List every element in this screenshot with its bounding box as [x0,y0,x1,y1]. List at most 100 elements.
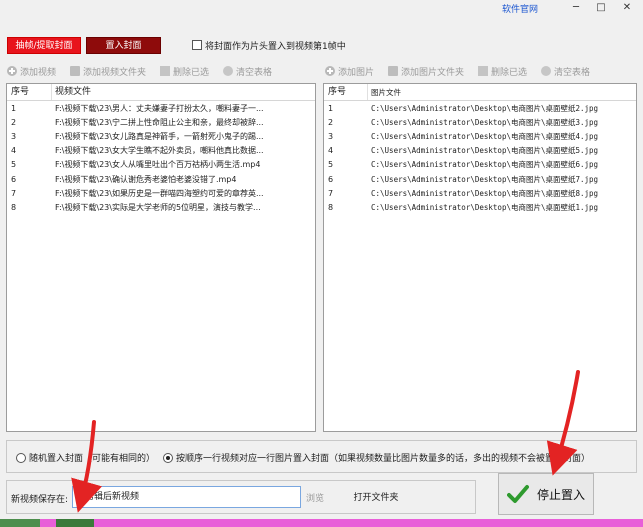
row-file-path: C:\Users\Administrator\Desktop\电商图片\桌面壁纸… [371,174,599,184]
delete-selected-label: 删除已选 [173,67,210,78]
row-file-path: F:\视频下载\23\男人：丈夫嫌妻子打扮太久，嘲料妻子一... [55,103,264,113]
stop-insert-button[interactable]: 停止置入 [498,473,594,515]
tab-insert-cover[interactable]: 置入封面 [86,37,161,54]
delete-icon [160,66,171,76]
table-row[interactable]: 4 F:\视频下载\23\女大学生瞧不起外卖员，嘲料他真比数据... [7,144,315,158]
add-image-button[interactable]: 添加图片 [325,65,374,78]
table-row[interactable]: 2 C:\Users\Administrator\Desktop\电商图片\桌面壁… [324,115,636,129]
random-mode-radio[interactable] [16,452,26,463]
delete-selected-images-button[interactable]: 删除已选 [478,65,527,78]
delete-selected-label: 删除已选 [491,67,528,78]
row-file-path: C:\Users\Administrator\Desktop\电商图片\桌面壁纸… [371,202,599,212]
taskbar-thumbnail [56,519,94,527]
table-row[interactable]: 6 C:\Users\Administrator\Desktop\电商图片\桌面壁… [324,172,636,186]
row-index: 1 [328,103,334,113]
random-mode-label: 随机置入封面（可能有相同的） [29,454,156,464]
video-table-body: 1 F:\视频下载\23\男人：丈夫嫌妻子打扮太久，嘲料妻子一... 2 F:\视频下… [7,101,315,215]
row-index: 2 [11,117,17,127]
random-mode-option[interactable]: 随机置入封面（可能有相同的） [16,451,155,464]
close-button[interactable]: ✕ [620,1,634,14]
row-file-path: C:\Users\Administrator\Desktop\电商图片\桌面壁纸… [371,146,599,156]
image-table-header: 序号 图片文件 [324,84,636,101]
first-frame-option[interactable]: 将封面作为片头置入到视频第1帧中 [192,39,346,52]
row-index: 7 [11,188,17,198]
sequential-mode-label: 按顺序一行视频对应一行图片置入封面（如果视频数量比图片数量多的话，多出的视频不会… [176,454,591,464]
row-index: 2 [328,117,334,127]
first-frame-checkbox[interactable] [192,40,202,50]
delete-selected-videos-button[interactable]: 删除已选 [160,65,209,78]
checkmark-icon [506,485,529,503]
col-image-file-header[interactable]: 图片文件 [368,84,628,101]
maximize-button[interactable]: □ [594,1,608,14]
tab-extract-cover[interactable]: 抽帧/提取封面 [7,37,81,54]
clear-video-table-button[interactable]: 清空表格 [223,65,272,78]
add-video-button[interactable]: 添加视频 [7,65,56,78]
clear-table-label: 清空表格 [236,67,273,78]
table-row[interactable]: 7 F:\视频下载\23\如果历史是一群喵四海塑约可爱的章荐英... [7,186,315,200]
table-row[interactable]: 4 C:\Users\Administrator\Desktop\电商图片\桌面壁… [324,144,636,158]
row-file-path: F:\视频下载\23\宁二拼上性命阻止公主和亲，最终却被辞... [55,117,264,127]
stop-insert-label: 停止置入 [536,487,585,502]
row-file-path: F:\视频下载\23\女儿路真是神箭手，一箭射死小鬼子的踢... [55,131,264,141]
taskbar-thumbnail [0,519,40,527]
row-index: 4 [11,146,17,156]
row-index: 6 [11,174,17,184]
first-frame-label: 将封面作为片头置入到视频第1帧中 [205,41,346,52]
open-folder-button[interactable]: 打开文件夹 [346,489,406,507]
add-video-folder-label: 添加视频文件夹 [83,67,147,78]
folder-icon [388,66,399,76]
col-video-file-header[interactable]: 视频文件 [52,84,302,101]
row-index: 3 [11,131,17,141]
table-row[interactable]: 1 F:\视频下载\23\男人：丈夫嫌妻子打扮太久，嘲料妻子一... [7,101,315,115]
clear-icon [223,66,234,76]
table-row[interactable]: 5 F:\视频下载\23\女人从嘴里吐出个百万祜柄小两生活.mp4 [7,158,315,172]
add-image-folder-button[interactable]: 添加图片文件夹 [388,65,464,78]
clear-table-label: 清空表格 [554,67,591,78]
video-toolbar: 添加视频 添加视频文件夹 删除已选 清空表格 [7,63,286,79]
row-index: 5 [328,160,334,170]
table-row[interactable]: 6 F:\视频下载\23\确认谢危秀老婆怕老婆没错了.mp4 [7,172,315,186]
add-icon [7,66,17,76]
row-index: 4 [328,146,334,156]
row-index: 7 [328,188,334,198]
row-file-path: C:\Users\Administrator\Desktop\电商图片\桌面壁纸… [371,160,599,170]
sequential-mode-radio[interactable] [163,452,173,463]
delete-icon [478,66,489,76]
clear-icon [541,66,552,76]
row-file-path: F:\视频下载\23\确认谢危秀老婆怕老婆没错了.mp4 [55,174,237,184]
add-image-label: 添加图片 [338,67,375,78]
table-row[interactable]: 3 F:\视频下载\23\女儿路真是神箭手，一箭射死小鬼子的踢... [7,129,315,143]
add-image-folder-label: 添加图片文件夹 [401,67,465,78]
video-table-header: 序号 视频文件 [7,84,315,101]
add-icon [325,66,335,76]
table-row[interactable]: 3 C:\Users\Administrator\Desktop\电商图片\桌面壁… [324,129,636,143]
clear-image-table-button[interactable]: 清空表格 [541,65,590,78]
table-row[interactable]: 8 F:\视频下载\23\实际是大学老师的5位明星，演技与教学... [7,200,315,214]
row-file-path: F:\视频下载\23\女人从嘴里吐出个百万祜柄小两生活.mp4 [55,160,261,170]
row-file-path: F:\视频下载\23\实际是大学老师的5位明星，演技与教学... [55,202,261,212]
row-index: 6 [328,174,334,184]
save-path-input[interactable]: 原剪辑后新视频 [72,486,301,508]
row-file-path: C:\Users\Administrator\Desktop\电商图片\桌面壁纸… [371,131,599,141]
title-bar: 软件官网 ─ □ ✕ [0,0,643,16]
row-file-path: F:\视频下载\23\如果历史是一群喵四海塑约可爱的章荐英... [55,188,264,198]
browse-button[interactable]: 浏览 [306,491,330,505]
table-row[interactable]: 1 C:\Users\Administrator\Desktop\电商图片\桌面壁… [324,101,636,115]
image-toolbar: 添加图片 添加图片文件夹 删除已选 清空表格 [325,63,604,79]
col-index-header[interactable]: 序号 [324,84,368,100]
row-index: 8 [328,202,334,212]
table-row[interactable]: 5 C:\Users\Administrator\Desktop\电商图片\桌面壁… [324,158,636,172]
table-row[interactable]: 8 C:\Users\Administrator\Desktop\电商图片\桌面壁… [324,200,636,214]
row-index: 1 [11,103,17,113]
save-path-label: 新视频保存在: [11,495,69,505]
minimize-button[interactable]: ─ [569,1,583,14]
image-table[interactable]: 序号 图片文件 1 C:\Users\Administrator\Desktop\… [323,83,637,432]
sequential-mode-option[interactable]: 按顺序一行视频对应一行图片置入封面（如果视频数量比图片数量多的话，多出的视频不会… [163,451,590,464]
add-video-folder-button[interactable]: 添加视频文件夹 [70,65,146,78]
video-table[interactable]: 序号 视频文件 1 F:\视频下载\23\男人：丈夫嫌妻子打扮太久，嘲料妻子一..… [6,83,316,432]
table-row[interactable]: 2 F:\视频下载\23\宁二拼上性命阻止公主和亲，最终却被辞... [7,115,315,129]
col-index-header[interactable]: 序号 [7,84,52,100]
table-row[interactable]: 7 C:\Users\Administrator\Desktop\电商图片\桌面壁… [324,186,636,200]
row-file-path: C:\Users\Administrator\Desktop\电商图片\桌面壁纸… [371,103,599,113]
official-site-link[interactable]: 软件官网 [502,2,538,15]
